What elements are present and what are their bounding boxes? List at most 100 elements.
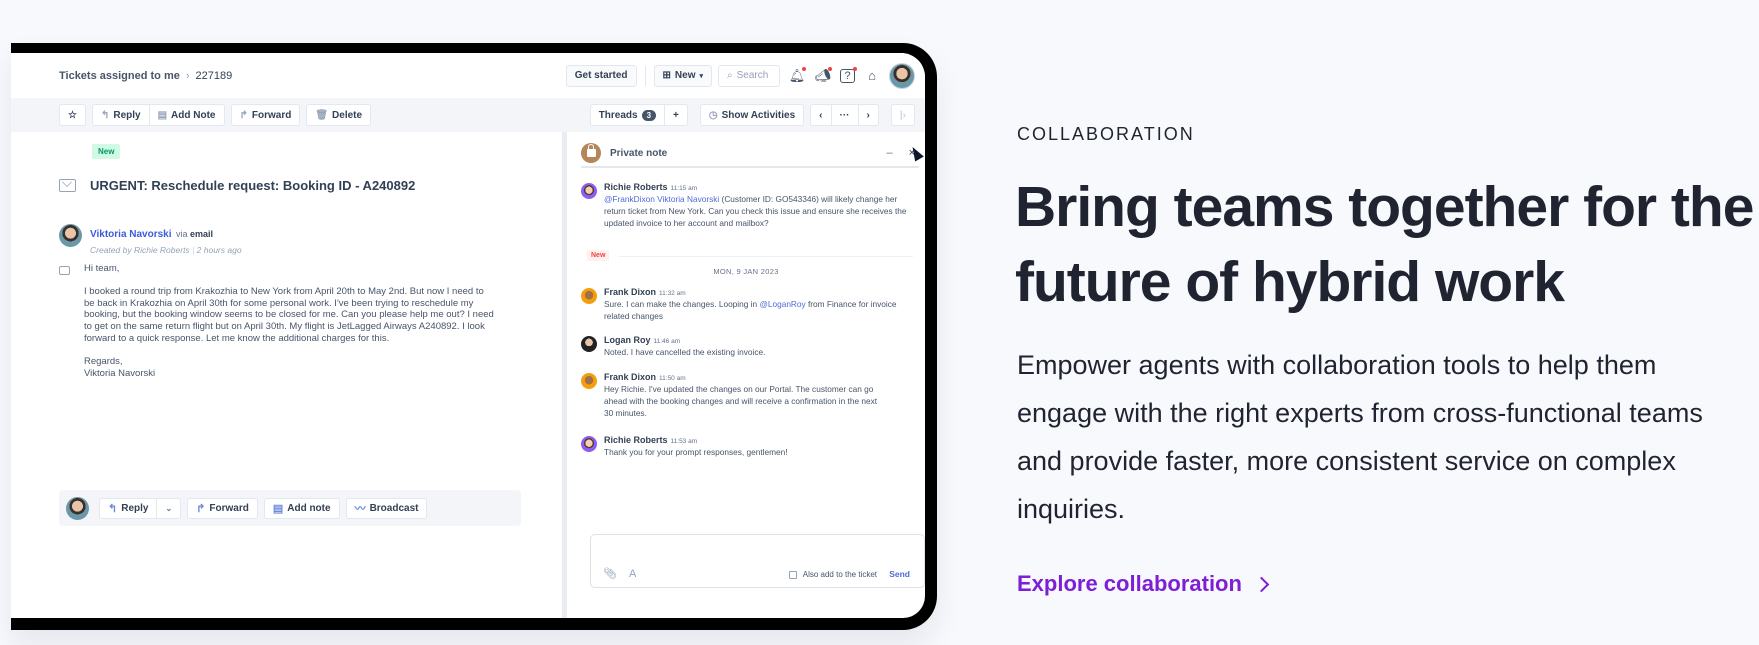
forward-bottom-label: Forward [209, 502, 249, 514]
forward-button[interactable]: ↱ Forward [230, 104, 301, 126]
status-badge: New [92, 144, 121, 159]
send-button[interactable]: Send [889, 569, 910, 579]
message-text: Thank you for your prompt responses, gen… [604, 447, 788, 457]
broadcast-button[interactable]: 〰 Broadcast [345, 497, 428, 519]
device-frame: Tickets assigned to me › 227189 Get starte… [11, 43, 937, 630]
envelope-icon [59, 179, 76, 192]
forward-icon: ↱ [196, 502, 206, 515]
note-message: Frank Dixon 11:32 am Sure. I can make the… [581, 287, 911, 322]
search-icon: ⌕ [727, 70, 733, 81]
section-headline: Bring teams together for the future of h… [1015, 175, 1754, 314]
threads-count-badge: 3 [641, 109, 657, 121]
collapse-panel-button[interactable]: |› [890, 104, 915, 126]
reply-split-button: ↰ Reply ⌄ [99, 497, 182, 519]
new-button-label: New [674, 70, 696, 81]
megaphone-icon[interactable]: 📣︎ [814, 66, 832, 85]
frank-avatar [581, 288, 597, 304]
show-activities-label: Show Activities [721, 109, 796, 121]
logan-avatar [581, 336, 597, 352]
frank-avatar [581, 373, 597, 389]
divider [644, 65, 646, 86]
explore-collaboration-link[interactable]: Explore collaboration [1017, 571, 1270, 597]
created-by: Created by Richie Roberts [90, 245, 190, 255]
forward-icon: ↱ [239, 109, 248, 121]
message-text: Hey Richie. I've updated the changes on … [604, 384, 878, 419]
message-time: 11:32 am [659, 290, 686, 297]
add-note-label: Add Note [171, 109, 216, 121]
private-note-pane: Private note – × Richie Roberts 11:15 am … [567, 132, 925, 618]
ticket-body: Hi team, I booked a round trip from Krak… [59, 263, 494, 390]
note-message: Logan Roy 11:46 am Noted. I have cancelle… [581, 335, 911, 358]
helpdesk-screen: Tickets assigned to me › 227189 Get starte… [11, 53, 925, 618]
envelope-small-icon [59, 266, 70, 275]
message-author: Frank Dixon [604, 287, 657, 297]
forward-label: Forward [251, 109, 292, 121]
star-button[interactable]: ☆ [59, 104, 86, 126]
minimize-button[interactable]: – [886, 147, 892, 159]
reply-bottom-label: Reply [121, 502, 149, 514]
message-time: 11:53 am [670, 438, 698, 445]
chevron-right-icon [1253, 576, 1270, 592]
message-time: 11:46 am [653, 338, 681, 345]
note-message: Richie Roberts 11:15 am @FrankDixon Vikto… [581, 182, 911, 230]
paperclip-icon[interactable]: 📎︎ [603, 567, 617, 580]
reply-bottom-button[interactable]: ↰ Reply [99, 497, 158, 519]
reply-button[interactable]: ↰ Reply [91, 104, 150, 126]
body-greeting: Hi team, [84, 263, 120, 274]
top-bar: Tickets assigned to me › 227189 Get starte… [11, 53, 925, 98]
message-time: 11:50 am [659, 375, 686, 382]
forward-bottom-button[interactable]: ↱ Forward [187, 497, 258, 519]
reply-label: Reply [113, 109, 141, 121]
help-icon[interactable]: ? [840, 66, 857, 83]
delete-button[interactable]: 🗑︎ Delete [306, 104, 372, 126]
message-author: Richie Roberts [604, 435, 668, 445]
reply-icon: ↰ [100, 109, 110, 121]
message-time: 11:15 am [670, 185, 698, 192]
note-composer[interactable]: 📎︎ A Also add to the ticket Send [590, 534, 925, 588]
prev-ticket-button[interactable]: ‹ [810, 104, 832, 126]
threads-button[interactable]: Threads 3 [589, 104, 666, 126]
user-avatar[interactable] [889, 62, 915, 89]
message-author: Richie Roberts [604, 182, 668, 192]
breadcrumb-parent[interactable]: Tickets assigned to me [59, 70, 180, 82]
chevron-down-icon: ⌄ [165, 503, 173, 513]
lock-icon [581, 143, 601, 163]
store-icon[interactable]: ⌂ [863, 67, 881, 85]
body-signature: Viktoria Navorski [84, 367, 156, 379]
new-messages-line [619, 256, 913, 257]
body-signoff: Regards, [84, 355, 123, 367]
clock-icon: ◷ [708, 109, 718, 121]
next-ticket-button[interactable]: › [858, 104, 879, 126]
search-input[interactable]: ⌕ Search [718, 64, 780, 87]
channel-label: email [190, 229, 214, 239]
show-activities-button[interactable]: ◷ Show Activities [699, 104, 805, 126]
note-icon: ▤ [157, 109, 168, 121]
also-add-checkbox[interactable]: Also add to the ticket [788, 570, 877, 579]
mention[interactable]: @FrankDixon Viktoria Navorski [604, 194, 719, 204]
more-button[interactable]: ··· [831, 104, 859, 126]
body-paragraph: I booked a round trip from Krakozhia to … [84, 285, 494, 344]
get-started-button[interactable]: Get started [565, 64, 637, 87]
message-text: Sure. I can make the changes. Looping in [604, 299, 760, 309]
bell-icon[interactable]: 🔔︎ [788, 66, 806, 85]
threads-label: Threads [598, 109, 638, 121]
section-eyebrow: COLLABORATION [1017, 124, 1195, 144]
add-note-bottom-button[interactable]: ▤ Add note [263, 497, 340, 519]
checkbox-box[interactable] [788, 570, 797, 579]
new-button[interactable]: ⊞ New ▾ [653, 64, 712, 87]
plus-square-icon: ⊞ [662, 70, 671, 81]
composer-tools: 📎︎ A [603, 567, 636, 581]
add-thread-button[interactable]: + [665, 104, 688, 126]
search-placeholder: Search [736, 70, 769, 81]
star-icon: ☆ [68, 109, 77, 121]
note-icon: ▤ [272, 502, 284, 515]
sender-avatar [59, 224, 82, 247]
text-format-icon[interactable]: A [629, 568, 636, 580]
sender-name[interactable]: Viktoria Navorski [90, 229, 172, 240]
reply-note-group: ↰ Reply ▤ Add Note [91, 104, 225, 126]
private-note-title: Private note [610, 147, 668, 159]
add-note-button[interactable]: ▤ Add Note [149, 104, 225, 126]
reply-dropdown-button[interactable]: ⌄ [157, 497, 182, 519]
mention[interactable]: @LoganRoy [759, 299, 805, 309]
agent-avatar [66, 496, 89, 520]
